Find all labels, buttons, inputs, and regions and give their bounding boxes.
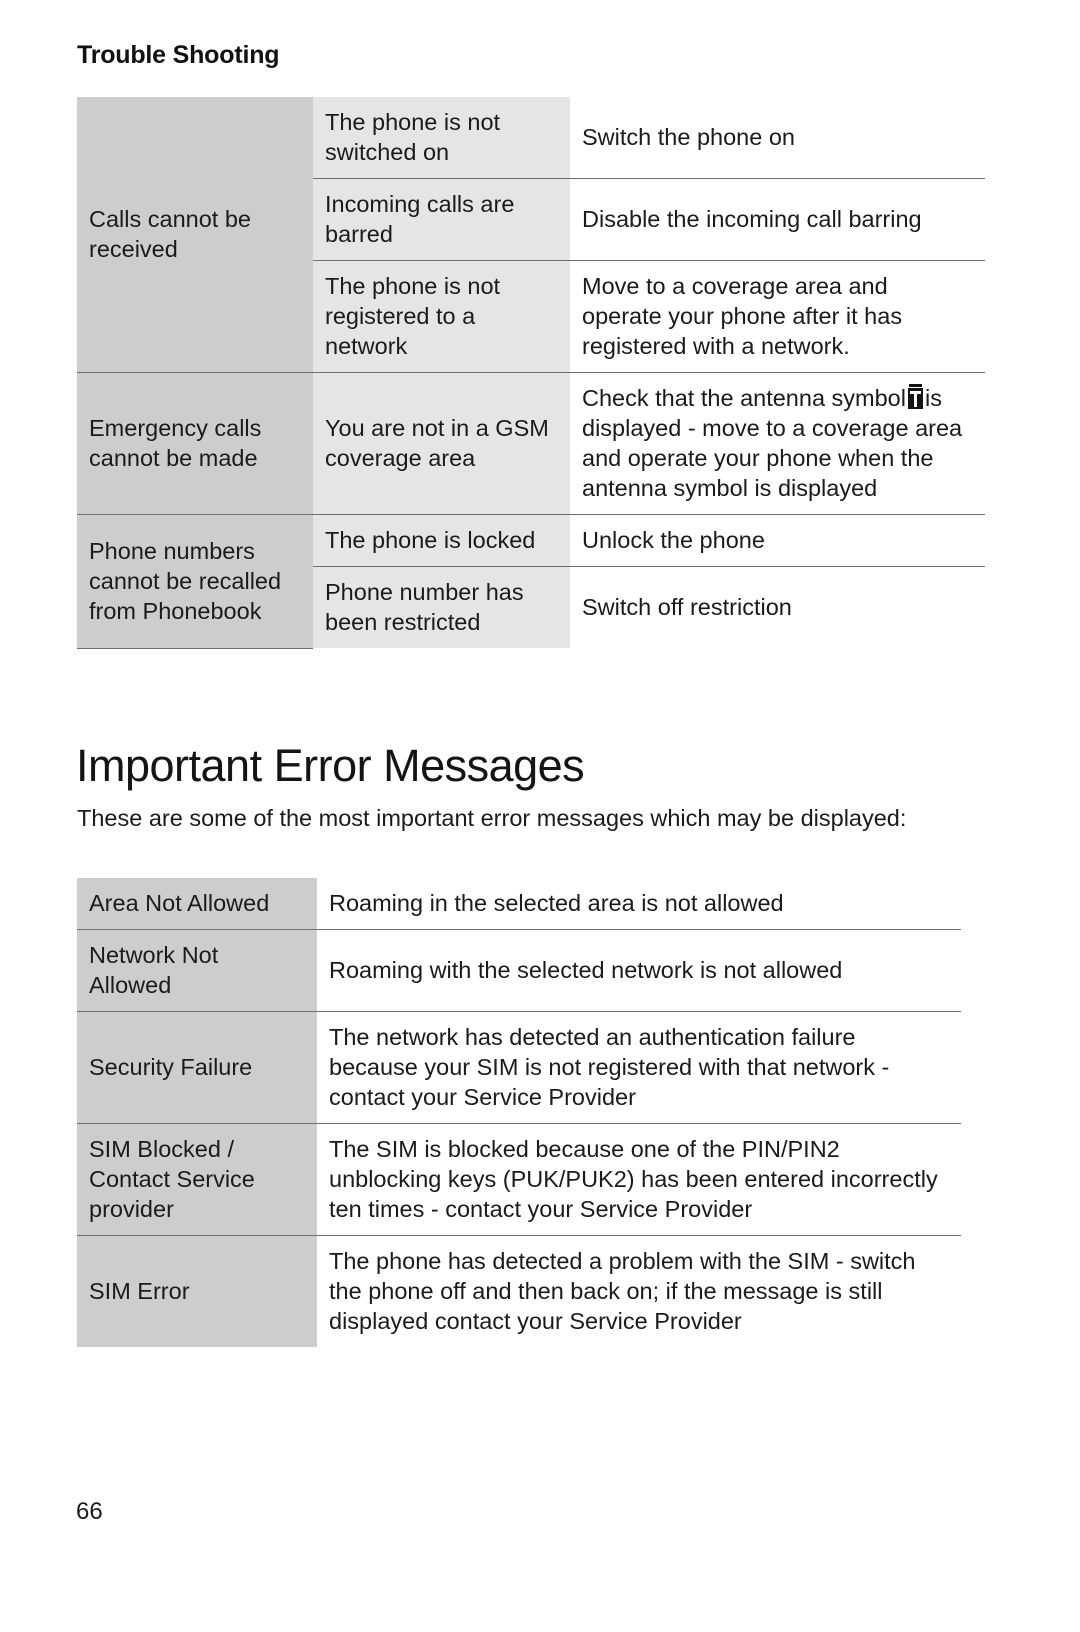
error-message-cell: Security Failure [77, 1011, 317, 1124]
table-row: Security Failure The network has detecte… [77, 1011, 961, 1124]
error-description-cell: Roaming with the selected network is not… [317, 929, 961, 1012]
error-message-cell: Area Not Allowed [77, 878, 317, 930]
table-row: Calls cannot be received The phone is no… [77, 97, 985, 373]
solution-text-before-icon: Check that the antenna symbol [582, 385, 906, 411]
solution-cell: Unlock the phone [570, 514, 985, 567]
antenna-symbol-icon [907, 384, 923, 409]
error-description-cell: Roaming in the selected area is not allo… [317, 878, 961, 930]
solution-cell: Move to a coverage area and operate your… [570, 260, 985, 373]
table-row: Network Not Allowed Roaming with the sel… [77, 929, 961, 1012]
trouble-shooting-table: Calls cannot be received The phone is no… [77, 97, 985, 649]
error-message-cell: Network Not Allowed [77, 929, 317, 1012]
table-row: Emergency calls cannot be made You are n… [77, 372, 985, 515]
table-row: Area Not Allowed Roaming in the selected… [77, 878, 961, 930]
error-description-cell: The phone has detected a problem with th… [317, 1235, 961, 1347]
cause-cell: You are not in a GSM coverage area [313, 372, 570, 515]
table-row: SIM Blocked / Contact Service provider T… [77, 1123, 961, 1236]
solution-cell: Switch off restriction [570, 566, 985, 648]
error-description-cell: The network has detected an authenticati… [317, 1011, 961, 1124]
solution-cell: Check that the antenna symbol is displaye… [570, 372, 985, 515]
table-row: Phone numbers cannot be recalled from Ph… [77, 514, 985, 649]
problem-cell: Emergency calls cannot be made [77, 372, 313, 515]
cause-cell: The phone is not switched on [313, 97, 570, 179]
solution-cell: Disable the incoming call barring [570, 178, 985, 261]
table-row: SIM Error The phone has detected a probl… [77, 1235, 961, 1347]
error-description-cell: The SIM is blocked because one of the PI… [317, 1123, 961, 1236]
error-message-cell: SIM Blocked / Contact Service provider [77, 1123, 317, 1236]
problem-cell: Phone numbers cannot be recalled from Ph… [77, 514, 313, 649]
error-message-cell: SIM Error [77, 1235, 317, 1347]
page-title: Trouble Shooting [77, 41, 280, 69]
error-messages-table: Area Not Allowed Roaming in the selected… [77, 878, 961, 1347]
cause-cell: Phone number has been restricted [313, 566, 570, 648]
cause-cell: The phone is not registered to a network [313, 260, 570, 373]
cause-cell: The phone is locked [313, 514, 570, 567]
cause-cell: Incoming calls are barred [313, 178, 570, 261]
document-page: Trouble Shooting Calls cannot be receive… [0, 0, 1080, 1632]
page-number: 66 [76, 1498, 103, 1525]
problem-cell: Calls cannot be received [77, 97, 313, 373]
chapter-title: Important Error Messages [76, 740, 585, 791]
solution-cell: Switch the phone on [570, 97, 985, 179]
intro-paragraph: These are some of the most important err… [77, 805, 907, 831]
